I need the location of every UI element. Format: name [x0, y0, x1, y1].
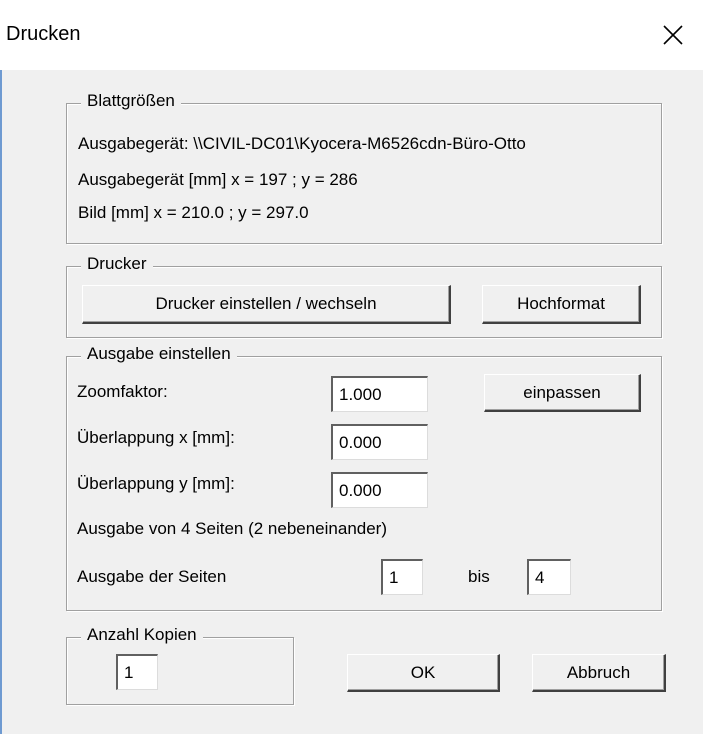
cancel-button[interactable]: Abbruch — [532, 654, 666, 692]
overlap-x-input[interactable]: 0.000 — [331, 424, 428, 460]
image-size-text: Bild [mm] x = 210.0 ; y = 297.0 — [78, 203, 309, 222]
fit-button[interactable]: einpassen — [484, 374, 641, 412]
sheet-size-legend: Blattgrößen — [81, 91, 181, 111]
copies-group: Anzahl Kopien — [66, 625, 294, 705]
overlap-y-input[interactable]: 0.000 — [331, 472, 428, 508]
printer-legend: Drucker — [81, 254, 153, 274]
zoom-label: Zoomfaktor: — [77, 382, 168, 401]
close-button[interactable] — [643, 0, 703, 70]
overlap-y-label: Überlappung y [mm]: — [77, 474, 235, 493]
to-label: bis — [468, 567, 490, 586]
page-from-input[interactable]: 1 — [381, 559, 423, 595]
output-settings-legend: Ausgabe einstellen — [81, 344, 237, 364]
zoom-input[interactable]: 1.000 — [331, 376, 428, 412]
dialog-title: Drucken — [6, 23, 81, 45]
page-to-input[interactable]: 4 — [527, 559, 571, 595]
pages-info-text: Ausgabe von 4 Seiten (2 nebeneinander) — [77, 519, 388, 538]
output-device-text: Ausgabegerät: \\CIVIL-DC01\Kyocera-M6526… — [78, 134, 526, 153]
window-border — [0, 70, 2, 734]
print-dialog: Drucken Blattgrößen Ausgabegerät: \\CIVI… — [0, 0, 703, 734]
orientation-button[interactable]: Hochformat — [482, 285, 641, 324]
title-bar: Drucken — [0, 0, 703, 70]
output-device-size-text: Ausgabegerät [mm] x = 197 ; y = 286 — [78, 170, 358, 189]
printer-setup-button[interactable]: Drucker einstellen / wechseln — [82, 285, 451, 324]
overlap-x-label: Überlappung x [mm]: — [77, 428, 235, 447]
pages-range-label: Ausgabe der Seiten — [77, 567, 227, 586]
copies-legend: Anzahl Kopien — [81, 625, 203, 645]
copies-input[interactable]: 1 — [116, 654, 158, 690]
close-icon — [663, 25, 683, 45]
sheet-size-group: Blattgrößen Ausgabegerät: \\CIVIL-DC01\K… — [66, 91, 662, 244]
ok-button[interactable]: OK — [347, 654, 500, 692]
